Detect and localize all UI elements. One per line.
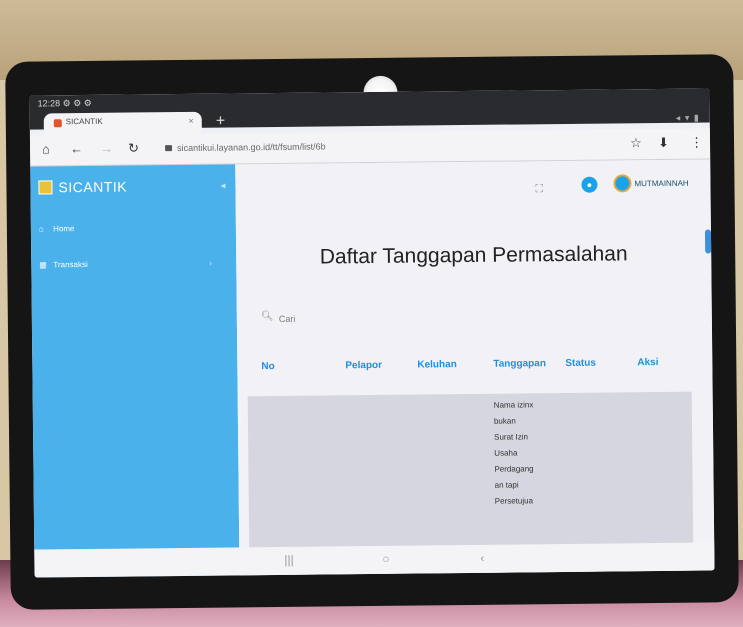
tanggapan-line: Perdagang [494,464,534,474]
search-box: 🔍︎ [260,304,681,329]
recents-button[interactable]: ||| [284,553,294,567]
column-header-aksi[interactable]: Aksi [637,357,658,368]
column-header-tanggapan[interactable]: Tanggapan [493,358,546,370]
sidebar-item-transaksi[interactable]: ▦ Transaksi › [39,258,229,270]
brand-logo-icon [38,180,53,195]
column-header-keluhan[interactable]: Keluhan [417,359,457,370]
notification-icon[interactable]: ● [581,176,598,193]
menu-icon[interactable]: ⋮ [690,135,703,151]
favicon-icon [53,119,62,128]
user-name[interactable]: MUTMAINNAH [634,179,688,189]
tanggapan-line: Usaha [494,448,518,458]
reload-icon[interactable]: ↻ [128,140,139,156]
column-header-status[interactable]: Status [565,358,596,369]
grid-icon: ▦ [39,260,47,270]
tanggapan-line: Nama izinx [493,400,534,410]
tablet-screen: 12:28 ⚙ ⚙ ⚙ ◂ ▾ ▮ SICANTIK × + ⌂ ← → ↻ s… [29,88,715,578]
back-button[interactable]: ‹ [480,551,484,565]
back-icon[interactable]: ← [70,141,83,157]
collapse-icon[interactable]: ◂ [220,181,225,192]
sidebar-item-label: Home [53,224,75,234]
sidebar-item-home[interactable]: ⌂ Home [39,224,75,233]
tanggapan-line: bukan [493,416,516,426]
signal-battery-icons: ◂ ▾ ▮ [675,112,700,123]
tanggapan-line: Surat Izin [494,432,528,442]
close-icon[interactable]: × [188,116,193,126]
status-time: 12:28 ⚙ ⚙ ⚙ [38,98,92,110]
lock-icon [165,145,173,152]
navigation-bar: ||| ○ ‹ [34,542,715,578]
search-icon: 🔍︎ [260,311,274,323]
tab-title: SICANTIK [65,116,103,127]
chevron-right-icon: › [209,258,212,268]
browser-tab[interactable]: SICANTIK × [43,111,202,136]
fullscreen-icon[interactable]: ⛶ [535,183,543,196]
page-title: Daftar Tanggapan Permasalahan [319,242,628,269]
status-indicators: ⚙ ⚙ ⚙ [62,97,92,109]
main-content: ⛶ ● MUTMAINNAH Daftar Tanggapan Permasal… [235,159,715,576]
home-icon[interactable]: ⌂ [42,141,50,157]
brand-name[interactable]: SICANTIK [58,179,127,196]
sidebar-item-label: Transaksi [53,259,88,270]
avatar[interactable] [613,174,632,193]
status-time-text: 12:28 [37,98,61,109]
new-tab-button[interactable]: + [216,113,226,130]
cell-tanggapan: Nama izinx bukan Surat Izin Usaha Perdag… [494,397,565,510]
download-icon[interactable]: ⬇ [658,135,669,151]
forward-icon[interactable]: → [100,141,113,157]
home-button[interactable]: ○ [382,552,389,566]
tanggapan-line: Persetujua [494,496,534,506]
search-input[interactable] [276,304,661,329]
sidebar: SICANTIK ◂ ⌂ Home ▦ Transaksi › [30,164,240,578]
tablet-device: 12:28 ⚙ ⚙ ⚙ ◂ ▾ ▮ SICANTIK × + ⌂ ← → ↻ s… [5,54,739,610]
column-header-pelapor[interactable]: Pelapor [345,360,382,371]
url-bar[interactable]: sicantikui.layanan.go.id/tt/fsum/list/6b [177,141,326,153]
home-icon: ⌂ [38,224,44,234]
status-bar: 12:28 ⚙ ⚙ ⚙ ◂ ▾ ▮ SICANTIK × + [29,88,710,136]
tanggapan-line: an tapi [494,480,519,490]
star-icon[interactable]: ☆ [630,135,642,151]
column-header-no[interactable]: No [261,361,274,372]
